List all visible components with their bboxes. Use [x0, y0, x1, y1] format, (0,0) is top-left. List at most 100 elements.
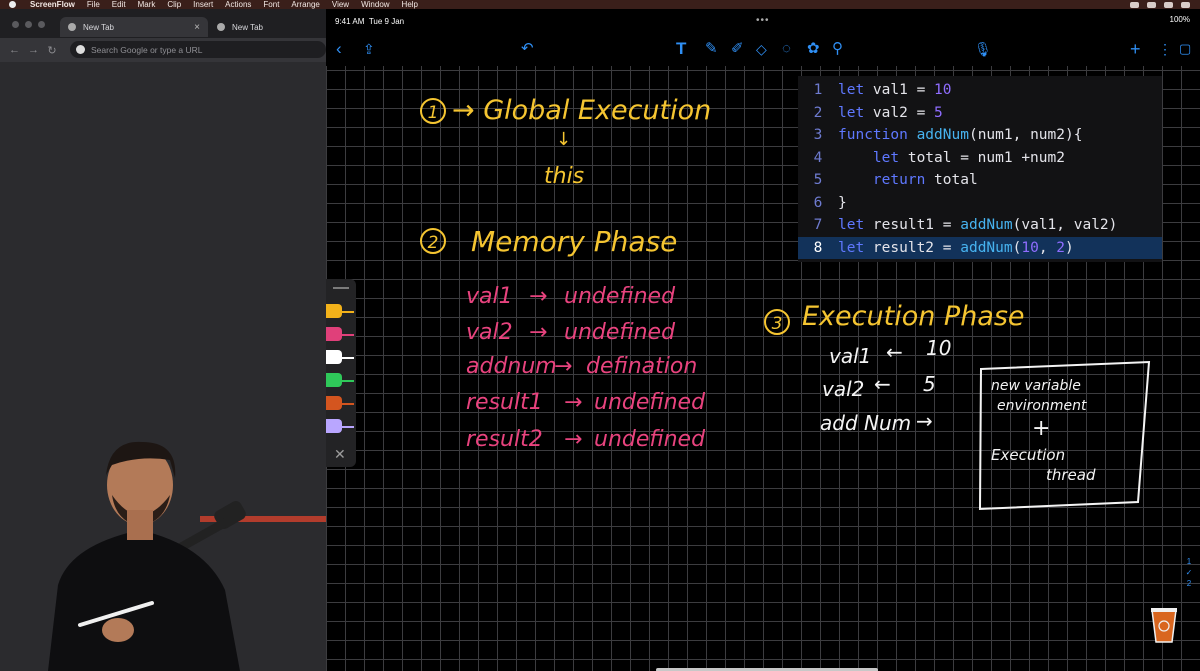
memory-name: result2 — [466, 427, 543, 452]
menu-help[interactable]: Help — [402, 0, 418, 9]
back-arrow-icon[interactable]: ← — [9, 44, 20, 56]
memory-arrow: → — [529, 320, 547, 345]
box-text: new variable — [991, 378, 1081, 394]
box-text: environment — [997, 398, 1087, 414]
box-text: Execution — [991, 446, 1065, 464]
text-tool-icon[interactable]: T — [676, 39, 686, 59]
address-bar[interactable]: Search Google or type a URL — [70, 41, 326, 58]
lavender-pen[interactable] — [326, 419, 356, 435]
memory-arrow: → — [564, 427, 582, 452]
pink-pen[interactable] — [326, 327, 356, 343]
share-icon[interactable]: ⇪ — [363, 39, 375, 59]
coffee-cup-icon — [1151, 608, 1177, 643]
exec-name: val1 — [829, 344, 871, 368]
menu-window[interactable]: Window — [361, 0, 389, 9]
close-icon[interactable]: ✕ — [334, 446, 346, 463]
window-zoom-button[interactable] — [38, 21, 45, 28]
yellow-pen[interactable] — [326, 304, 356, 320]
close-icon[interactable]: × — [194, 22, 200, 33]
memory-arrow: → — [529, 284, 547, 309]
memory-value: defination — [586, 354, 697, 379]
menu-bar: ScreenFlow File Edit Mark Clip Insert Ac… — [0, 0, 1200, 9]
memory-arrow: → — [554, 354, 572, 379]
notes-toolbar: ‹ ⇪ ↶ T ✎ ✐ ◇ ◌ ✿ ⚲ 🎙 + ⋮ ▢ — [326, 33, 1200, 66]
memory-name: addnum — [466, 354, 557, 379]
page-current: 1 — [1186, 557, 1192, 566]
exec-value: 5 — [923, 372, 936, 396]
step1-title: → Global Execution — [452, 95, 711, 126]
page-navigator[interactable]: 1 ✓ 2 — [1182, 556, 1196, 589]
page-total: 2 — [1186, 579, 1192, 588]
step1-number: 1 — [428, 103, 439, 123]
step2-group: 2 Memory Phase val1 → undefined val2 → u… — [420, 225, 706, 452]
status-date: Tue 9 Jan — [368, 16, 405, 26]
menu-mark[interactable]: Mark — [138, 0, 156, 9]
undo-icon[interactable]: ↶ — [521, 39, 534, 59]
memory-value: undefined — [594, 427, 706, 452]
chrome-icon — [68, 23, 76, 31]
menu-font[interactable]: Font — [263, 0, 279, 9]
highlighter-icon[interactable]: ✐ — [731, 39, 744, 59]
box-plus: + — [1032, 416, 1050, 441]
menu-clip[interactable]: Clip — [167, 0, 181, 9]
shapes-icon[interactable]: ✿ — [807, 39, 820, 59]
forward-arrow-icon[interactable]: → — [28, 44, 39, 56]
presenter-hand — [102, 618, 134, 642]
exec-arrow: → — [916, 409, 933, 433]
browser-tab[interactable]: New Tab — [213, 17, 323, 37]
exec-arrow: ← — [886, 340, 903, 364]
google-icon — [76, 45, 85, 54]
step3-group: 3 Execution Phase val1 ← 10 val2 ← 5 add… — [764, 301, 1151, 511]
box-text: thread — [1046, 466, 1096, 484]
presenter-video — [0, 430, 326, 671]
step2-title: Memory Phase — [471, 225, 677, 258]
status-icon[interactable] — [1181, 1, 1190, 8]
menu-actions[interactable]: Actions — [225, 0, 251, 9]
memory-value: undefined — [594, 390, 706, 415]
status-icon[interactable] — [1130, 1, 1139, 8]
tab-label: New Tab — [232, 22, 263, 32]
browser-tab[interactable]: New Tab × — [60, 17, 208, 37]
green-pen[interactable] — [326, 373, 356, 389]
status-time: 9:41 AM — [335, 16, 365, 26]
window-minimize-button[interactable] — [25, 21, 32, 28]
color-picker-icon[interactable]: ⚲ — [832, 39, 843, 59]
status-icon[interactable] — [1147, 1, 1156, 8]
memory-name: val2 — [466, 320, 513, 345]
palette-grip[interactable] — [333, 287, 349, 289]
memory-arrow: → — [564, 390, 582, 415]
add-icon[interactable]: + — [1130, 39, 1141, 59]
ipad-screen: 9:41 AM Tue 9 Jan ••• 100% ‹ ⇪ ↶ T ✎ ✐ ◇… — [326, 9, 1200, 671]
step1-down-arrow: ↓ — [556, 129, 571, 150]
menu-app-name[interactable]: ScreenFlow — [30, 0, 75, 9]
status-battery: 100% — [1169, 15, 1190, 24]
orange-pen[interactable] — [326, 396, 356, 412]
pages-icon[interactable]: ▢ — [1179, 39, 1191, 59]
status-icon[interactable] — [1164, 1, 1173, 8]
window-close-button[interactable] — [12, 21, 19, 28]
memory-value: undefined — [564, 320, 676, 345]
back-icon[interactable]: ‹ — [336, 39, 342, 59]
menu-arrange[interactable]: Arrange — [291, 0, 319, 9]
apple-icon[interactable] — [9, 1, 16, 8]
step1-group: 1 → Global Execution ↓ this — [420, 95, 711, 189]
more-icon[interactable]: ⋮ — [1158, 39, 1172, 59]
white-pen[interactable] — [326, 350, 356, 366]
reload-icon[interactable]: ↻ — [47, 44, 57, 57]
menu-edit[interactable]: Edit — [112, 0, 126, 9]
notes-canvas[interactable]: 1 let val1 = 10 2 let val2 = 5 3 function add… — [326, 66, 1200, 671]
chrome-icon — [217, 23, 225, 31]
step3-number: 3 — [772, 314, 783, 334]
pen-icon[interactable]: ✎ — [705, 39, 718, 59]
lasso-icon[interactable]: ◌ — [782, 39, 791, 59]
menu-file[interactable]: File — [87, 0, 100, 9]
memory-name: result1 — [466, 390, 543, 415]
menu-insert[interactable]: Insert — [193, 0, 213, 9]
exec-name: add Num — [820, 411, 911, 435]
eraser-icon[interactable]: ◇ — [756, 39, 767, 59]
multitasking-dots-icon[interactable]: ••• — [756, 15, 770, 26]
pen-palette: ✕ — [326, 279, 356, 467]
microphone-icon[interactable]: 🎙 — [974, 39, 992, 59]
step2-number: 2 — [428, 233, 439, 253]
menu-view[interactable]: View — [332, 0, 349, 9]
